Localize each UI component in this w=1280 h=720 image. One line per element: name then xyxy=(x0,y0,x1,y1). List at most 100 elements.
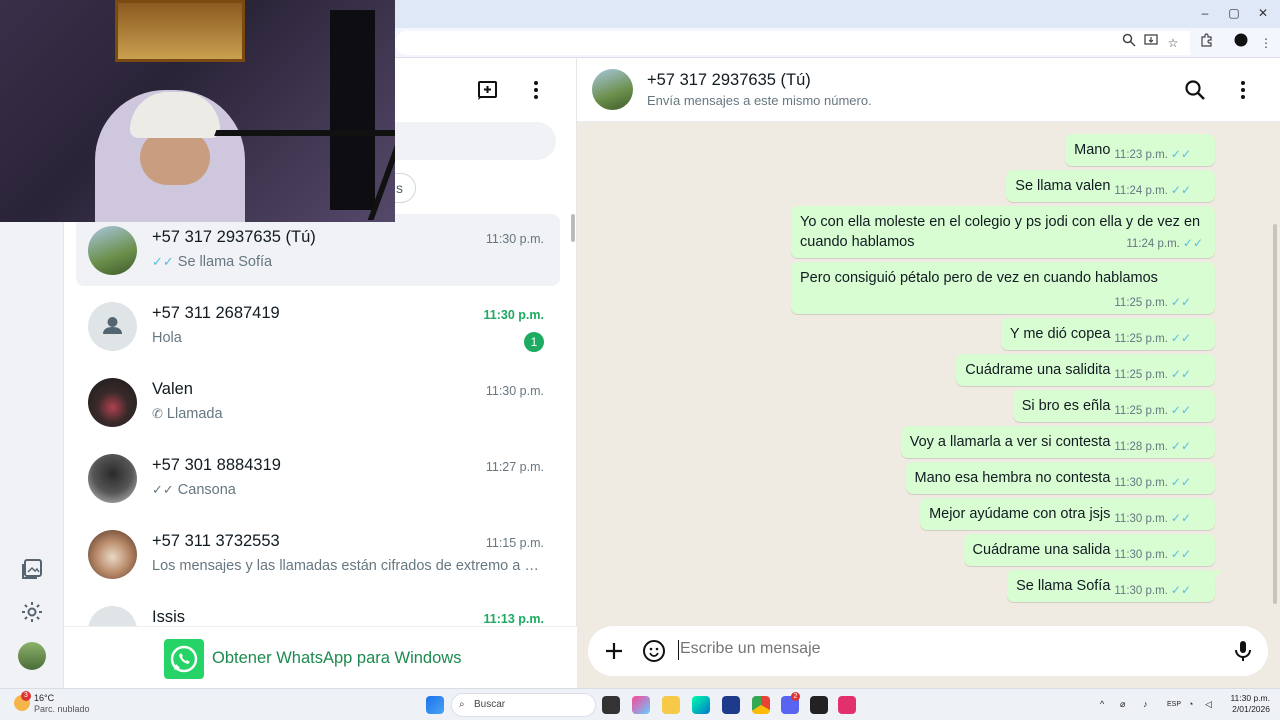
phone-icon: ✆ xyxy=(152,406,163,421)
message-bubble[interactable]: Cuádrame una salidita 11:25 p.m. ✓✓ xyxy=(956,354,1215,386)
chat-row[interactable]: +57 317 2937635 (Tú) 11:30 p.m. ✓✓ Se lla… xyxy=(76,214,560,286)
obs-icon[interactable] xyxy=(810,696,828,714)
omnibox[interactable] xyxy=(395,31,1190,55)
search-input[interactable] xyxy=(394,122,556,160)
store-icon[interactable] xyxy=(722,696,740,714)
message-meta: 11:24 p.m. ✓✓ xyxy=(1126,236,1203,250)
extensions-icon[interactable] xyxy=(1196,33,1216,53)
close-window-button[interactable]: ✕ xyxy=(1248,6,1278,20)
chat-name: +57 317 2937635 (Tú) xyxy=(152,228,316,246)
read-ticks-icon: ✓✓ xyxy=(1170,511,1191,525)
star-icon[interactable]: ☆ xyxy=(1163,33,1183,53)
message-meta: 11:25 p.m. ✓✓ xyxy=(1114,295,1191,309)
text-caret xyxy=(678,640,679,660)
copilot-icon[interactable] xyxy=(632,696,650,714)
zoom-icon[interactable] xyxy=(1119,33,1139,53)
message-meta: 11:30 p.m. ✓✓ xyxy=(1114,475,1191,489)
read-ticks-icon: ✓✓ xyxy=(1170,475,1191,489)
microphone-icon[interactable] xyxy=(1231,639,1255,663)
chrome-icon[interactable] xyxy=(752,696,770,714)
messages-scrollbar[interactable] xyxy=(1273,224,1277,604)
get-whatsapp-banner[interactable]: Obtener WhatsApp para Windows xyxy=(64,626,577,688)
settings-icon[interactable] xyxy=(20,600,44,624)
message-time: 11:25 p.m. xyxy=(1114,369,1168,381)
message-time: 11:30 p.m. xyxy=(1114,549,1168,561)
taskbar-search[interactable]: ⌕ Buscar xyxy=(451,693,596,717)
conversation-menu-icon[interactable] xyxy=(1231,78,1255,102)
chat-preview: Los mensajes y las llamadas están cifrad… xyxy=(152,558,542,574)
language-indicator[interactable]: ESP xyxy=(1167,701,1181,708)
file-explorer-icon[interactable] xyxy=(662,696,680,714)
message-time: 11:28 p.m. xyxy=(1114,441,1168,453)
volume-icon[interactable]: ◁ xyxy=(1205,699,1212,710)
message-text: Mano xyxy=(1074,142,1111,158)
media-icon[interactable] xyxy=(20,557,44,581)
message-bubble[interactable]: Voy a llamarla a ver si contesta 11:28 p.… xyxy=(900,426,1215,458)
tiktok-icon[interactable] xyxy=(838,696,856,714)
read-ticks-icon: ✓✓ xyxy=(1170,147,1191,161)
chat-time: 11:30 p.m. xyxy=(483,308,544,322)
message-bubble[interactable]: Pero consiguió pétalo pero de vez en cua… xyxy=(791,262,1215,314)
message-text: Pero consiguió pétalo pero de vez en cua… xyxy=(800,270,1158,286)
chat-row[interactable]: +57 301 8884319 11:27 p.m. ✓✓ Cansona xyxy=(76,442,560,514)
minimize-button[interactable]: – xyxy=(1190,6,1220,20)
clock-date: 2/01/2026 xyxy=(1232,704,1270,714)
new-chat-icon[interactable] xyxy=(476,78,500,102)
profile-icon[interactable] xyxy=(1231,33,1251,53)
chat-row[interactable]: Issis 11:13 p.m. xyxy=(76,594,560,626)
system-clock[interactable]: 11:30 p.m. 2/01/2026 xyxy=(1226,693,1270,715)
chat-list-scrollbar[interactable] xyxy=(571,214,575,242)
message-time: 11:30 p.m. xyxy=(1114,513,1168,525)
chat-preview-text: Se llama Sofía xyxy=(177,254,273,270)
message-bubble[interactable]: Cuádrame una salida 11:30 p.m. ✓✓ xyxy=(963,534,1215,566)
chat-time: 11:30 p.m. xyxy=(485,384,544,398)
chat-name: Valen xyxy=(152,380,193,398)
message-bubble[interactable]: Si bro es eñla 11:25 p.m. ✓✓ xyxy=(1012,390,1215,422)
composer-box xyxy=(588,626,1268,676)
chat-time: 11:30 p.m. xyxy=(485,232,544,246)
network-icon[interactable]: ⌀ xyxy=(1120,699,1125,710)
message-bubble[interactable]: Mano 11:23 p.m. ✓✓ xyxy=(1065,134,1215,166)
message-time: 11:25 p.m. xyxy=(1114,297,1168,309)
search-icon[interactable] xyxy=(1183,78,1207,102)
message-bubble[interactable]: Se llama valen 11:24 p.m. ✓✓ xyxy=(1006,170,1215,202)
contact-subtitle: Envía mensajes a este mismo número. xyxy=(647,93,872,108)
message-text: Y me dió copea xyxy=(1009,326,1111,342)
attach-plus-icon[interactable] xyxy=(602,639,626,663)
microphone-tray-icon[interactable]: ♪ xyxy=(1143,699,1148,709)
message-bubble[interactable]: Yo con ella moleste en el colegio y ps j… xyxy=(791,206,1215,258)
read-ticks-icon: ✓✓ xyxy=(1170,583,1191,597)
message-list: Mano 11:23 p.m. ✓✓ Se llama valen 11:24 p.m… xyxy=(577,122,1280,622)
task-view-icon[interactable] xyxy=(602,696,620,714)
edge-icon[interactable] xyxy=(692,696,710,714)
profile-avatar[interactable] xyxy=(18,642,46,670)
message-bubble[interactable]: Y me dió copea 11:25 p.m. ✓✓ xyxy=(1000,318,1215,350)
filter-chip[interactable]: s xyxy=(394,173,416,203)
message-time: 11:30 p.m. xyxy=(1114,477,1168,489)
get-whatsapp-link[interactable]: Obtener WhatsApp para Windows xyxy=(212,649,461,668)
sticker-icon[interactable] xyxy=(642,639,666,663)
chat-row[interactable]: +57 311 2687419 11:30 p.m. Hola 1 xyxy=(76,290,560,362)
webcam-overlay xyxy=(0,0,395,222)
chat-list-menu-icon[interactable] xyxy=(524,78,548,102)
message-time: 11:24 p.m. xyxy=(1114,185,1168,197)
message-input[interactable] xyxy=(680,640,1200,658)
install-app-icon[interactable] xyxy=(1141,33,1161,53)
read-ticks-icon: ✓✓ xyxy=(1170,183,1191,197)
contact-avatar[interactable] xyxy=(592,69,633,110)
message-meta: 11:23 p.m. ✓✓ xyxy=(1114,147,1191,161)
message-bubble[interactable]: Mejor ayúdame con otra jsjs 11:30 p.m. ✓✓ xyxy=(920,498,1215,530)
chat-avatar xyxy=(88,454,137,503)
conversation-header[interactable]: +57 317 2937635 (Tú) Envía mensajes a es… xyxy=(577,58,1280,122)
message-text: Cuádrame una salida xyxy=(972,542,1111,558)
wifi-icon[interactable]: ◔ xyxy=(1188,699,1193,709)
tray-chevron-icon[interactable]: ^ xyxy=(1100,699,1104,709)
chat-row[interactable]: +57 311 3732553 11:15 p.m. Los mensajes … xyxy=(76,518,560,590)
windows-start-icon[interactable] xyxy=(426,696,444,714)
message-bubble[interactable]: Se llama Sofía 11:30 p.m. ✓✓ xyxy=(1007,570,1222,602)
maximize-button[interactable]: ▢ xyxy=(1219,6,1249,20)
message-bubble[interactable]: Mano esa hembra no contesta 11:30 p.m. ✓✓ xyxy=(905,462,1215,494)
browser-menu-icon[interactable]: ⋮ xyxy=(1256,33,1276,53)
message-text: Si bro es eñla xyxy=(1021,398,1111,414)
chat-row[interactable]: Valen 11:30 p.m. ✆ Llamada xyxy=(76,366,560,438)
